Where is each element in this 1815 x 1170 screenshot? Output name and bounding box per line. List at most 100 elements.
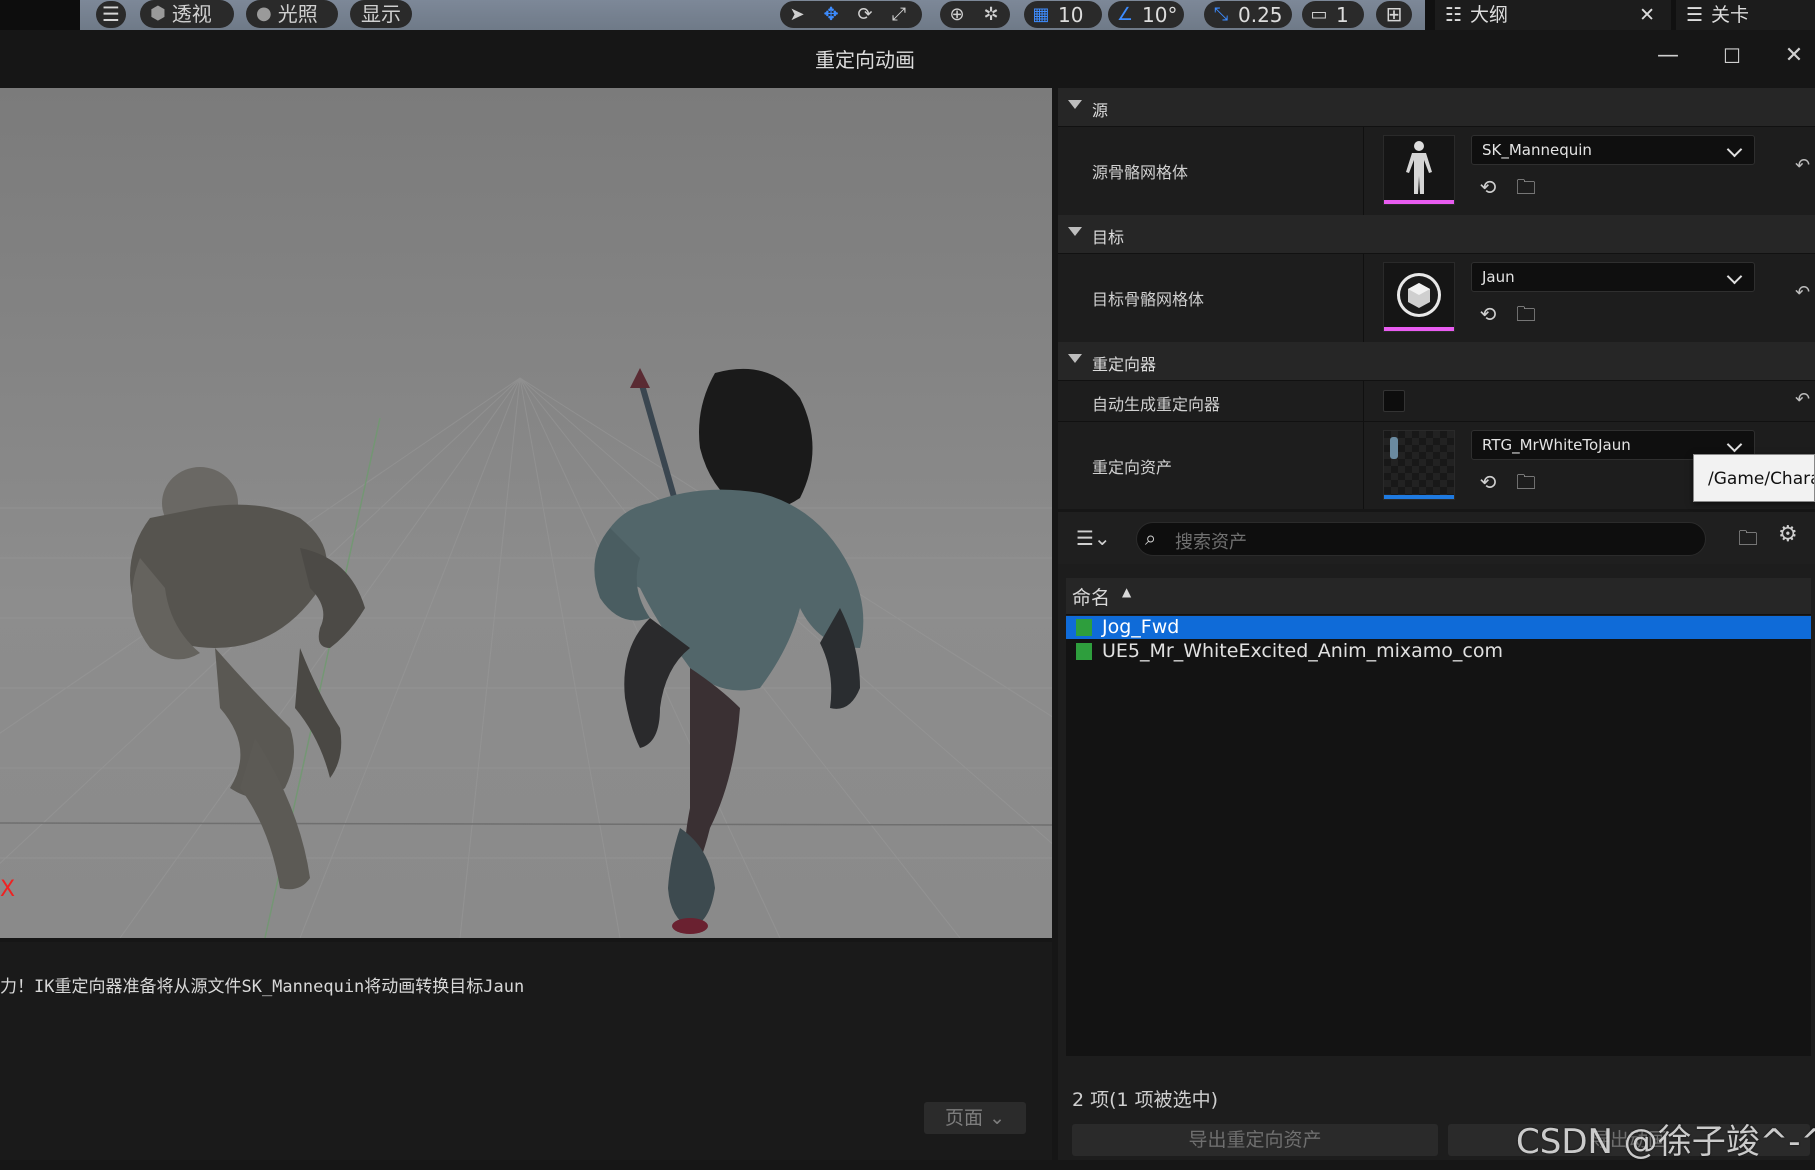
globe-icon[interactable]: ⊕ bbox=[940, 1, 974, 28]
collapse-arrow-icon[interactable] bbox=[1068, 354, 1082, 363]
retargeter-glyph-icon bbox=[1390, 437, 1398, 459]
reset-icon[interactable]: ↶ bbox=[1795, 389, 1810, 410]
target-mesh-label: 目标骨骼网格体 bbox=[1092, 290, 1205, 309]
retarget-asset-value: RTG_MrWhiteToJaun bbox=[1482, 436, 1631, 454]
asset-search-input[interactable]: ⌕ 搜索资产 bbox=[1136, 522, 1706, 556]
viewport-scene: X bbox=[0, 368, 1052, 938]
tab-outliner[interactable]: ☷ 大纲 ✕ bbox=[1435, 0, 1671, 30]
use-selected-icon[interactable]: ⟲ bbox=[1476, 302, 1500, 326]
section-retargeter[interactable]: 重定向器 bbox=[1058, 342, 1815, 380]
retarget-asset-label: 重定向资产 bbox=[1092, 458, 1173, 477]
retarget-asset-thumbnail[interactable] bbox=[1383, 430, 1455, 500]
rotation-snap-value[interactable]: 10° bbox=[1142, 3, 1177, 27]
asset-row-label: UE5_Mr_WhiteExcited_Anim_mixamo_com bbox=[1102, 640, 1504, 662]
chevron-down-icon bbox=[1726, 436, 1743, 453]
selection-status: 2 项(1 项被选中) bbox=[1072, 1089, 1219, 1111]
collapse-arrow-icon[interactable] bbox=[1068, 227, 1082, 236]
export-retarget-asset-button[interactable]: 导出重定向资产 bbox=[1072, 1124, 1438, 1156]
close-icon[interactable]: ✕ bbox=[1639, 0, 1655, 30]
perspective-button[interactable]: ⬢ 透视 bbox=[140, 0, 234, 28]
lighting-button[interactable]: ● 光照 bbox=[246, 0, 338, 28]
outliner-icon: ☷ bbox=[1445, 4, 1463, 26]
folder-search-icon[interactable]: 🗀 bbox=[1738, 524, 1758, 558]
asset-list: Jog_Fwd UE5_Mr_WhiteExcited_Anim_mixamo_… bbox=[1066, 616, 1811, 1056]
tab-level[interactable]: ☰ 关卡 bbox=[1676, 0, 1815, 30]
hamburger-icon[interactable]: ☰ bbox=[96, 1, 126, 28]
cube-thumbnail-icon bbox=[1397, 273, 1441, 317]
search-icon: ⌕ bbox=[1145, 526, 1157, 550]
browse-asset-icon[interactable]: 🗀 bbox=[1514, 175, 1538, 199]
sort-ascending-icon: ▲ bbox=[1122, 585, 1132, 599]
preview-viewport[interactable]: X bbox=[0, 88, 1052, 938]
cube-icon: ⬢ bbox=[150, 3, 166, 24]
coordinate-group: ⊕ ✲ bbox=[940, 1, 1010, 28]
source-mesh-thumbnail[interactable] bbox=[1383, 135, 1455, 205]
scale-snap-value[interactable]: 0.25 bbox=[1238, 3, 1283, 27]
section-target[interactable]: 目标 bbox=[1058, 215, 1815, 253]
auto-generate-checkbox[interactable] bbox=[1383, 390, 1405, 412]
source-mesh-value: SK_Mannequin bbox=[1482, 141, 1592, 159]
log-message: 力！IK重定向器准备将从源文件SK_Mannequin将动画转换目标Jaun bbox=[0, 977, 525, 997]
section-source-label: 源 bbox=[1092, 101, 1109, 120]
browse-asset-icon[interactable]: 🗀 bbox=[1514, 302, 1538, 326]
scale-snap-group: ⤡ 0.25 bbox=[1204, 1, 1292, 28]
use-selected-icon[interactable]: ⟲ bbox=[1476, 175, 1500, 199]
level-icon: ☰ bbox=[1686, 4, 1704, 26]
scale-snap-icon[interactable]: ⤡ bbox=[1204, 1, 1238, 28]
toolbar-background-left bbox=[0, 0, 80, 30]
grid-snap-value[interactable]: 10 bbox=[1058, 3, 1091, 27]
transform-mode-group: ➤ ✥ ⟳ ⤢ bbox=[780, 1, 922, 28]
column-divider bbox=[1363, 127, 1364, 215]
column-divider bbox=[1363, 381, 1364, 421]
target-character-figure bbox=[594, 368, 864, 934]
asset-browser-toolbar: ☰⌄ ⌕ 搜索资产 🗀 ⚙ bbox=[1058, 512, 1815, 564]
browse-asset-icon[interactable]: 🗀 bbox=[1514, 470, 1538, 494]
page-dropdown[interactable]: 页面 ⌄ bbox=[924, 1102, 1026, 1134]
source-mannequin-figure bbox=[130, 467, 365, 890]
minimize-button[interactable]: — bbox=[1648, 40, 1688, 72]
scale-icon[interactable]: ⤢ bbox=[882, 1, 916, 28]
move-icon[interactable]: ✥ bbox=[814, 1, 848, 28]
ground-grid bbox=[0, 377, 1052, 938]
target-mesh-value: Jaun bbox=[1482, 268, 1515, 286]
maximize-button[interactable]: ☐ bbox=[1712, 40, 1752, 72]
source-mesh-combo[interactable]: SK_Mannequin bbox=[1471, 135, 1755, 165]
animation-sequence-icon bbox=[1076, 619, 1092, 636]
angle-icon[interactable]: ∠ bbox=[1108, 1, 1142, 28]
grid-snap-group: ▦ 10 bbox=[1024, 1, 1102, 28]
dialog-title: 重定向动画 bbox=[815, 48, 915, 72]
camera-icon[interactable]: ▭ bbox=[1302, 1, 1336, 28]
grid-snap-icon[interactable]: ▦ bbox=[1024, 1, 1058, 28]
chevron-down-icon bbox=[1726, 141, 1743, 158]
target-mesh-row: 目标骨骼网格体 Jaun ⟲ 🗀 ↶ bbox=[1058, 253, 1815, 342]
show-button[interactable]: 显示 bbox=[350, 0, 412, 28]
asset-row-jog-fwd[interactable]: Jog_Fwd bbox=[1066, 616, 1811, 639]
asset-row-ue5-mr-white[interactable]: UE5_Mr_WhiteExcited_Anim_mixamo_com bbox=[1066, 640, 1811, 663]
column-header-name[interactable]: 命名 ▲ bbox=[1066, 578, 1811, 615]
target-mesh-combo[interactable]: Jaun bbox=[1471, 262, 1755, 292]
asset-type-bar bbox=[1384, 200, 1454, 204]
source-mesh-row: 源骨骼网格体 SK_Mannequin ⟲ 🗀 ↶ bbox=[1058, 126, 1815, 215]
camera-speed-value[interactable]: 1 bbox=[1336, 3, 1349, 27]
reset-icon[interactable]: ↶ bbox=[1795, 282, 1810, 303]
filter-icon[interactable]: ☰⌄ bbox=[1076, 526, 1111, 550]
section-target-label: 目标 bbox=[1092, 228, 1125, 247]
column-divider bbox=[1363, 422, 1364, 509]
layout-icon[interactable]: ⊞ bbox=[1376, 1, 1412, 28]
gear-icon[interactable]: ⚙ bbox=[1778, 522, 1798, 547]
collapse-arrow-icon[interactable] bbox=[1068, 100, 1082, 109]
asset-type-bar bbox=[1384, 327, 1454, 331]
target-mesh-thumbnail[interactable] bbox=[1383, 262, 1455, 332]
use-selected-icon[interactable]: ⟲ bbox=[1476, 470, 1500, 494]
select-arrow-icon[interactable]: ➤ bbox=[780, 1, 814, 28]
reset-icon[interactable]: ↶ bbox=[1795, 155, 1810, 176]
rotate-icon[interactable]: ⟳ bbox=[848, 1, 882, 28]
page-label: 页面 bbox=[945, 1107, 984, 1129]
section-source[interactable]: 源 bbox=[1058, 88, 1815, 126]
surface-snap-icon[interactable]: ✲ bbox=[974, 1, 1008, 28]
animation-sequence-icon bbox=[1076, 643, 1092, 660]
close-button[interactable]: ✕ bbox=[1774, 40, 1814, 72]
axis-line-x bbox=[0, 822, 1052, 826]
rotation-snap-group: ∠ 10° bbox=[1108, 1, 1184, 28]
chevron-down-icon: ⌄ bbox=[989, 1107, 1005, 1129]
